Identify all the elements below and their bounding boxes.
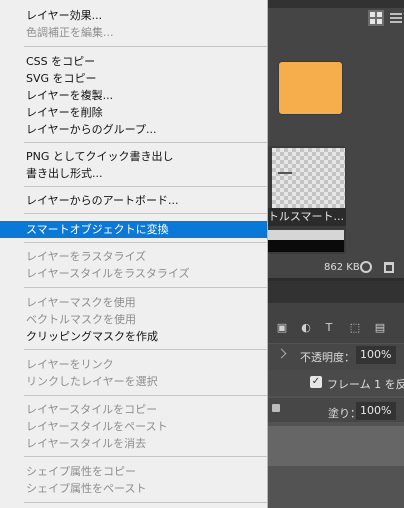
opacity-input[interactable]: 100% — [356, 346, 396, 364]
menu-separator — [24, 242, 267, 243]
menu-separator — [24, 456, 267, 457]
menu-item-duplicate-layer[interactable]: レイヤーを複製... — [0, 87, 267, 104]
menu-item-edit-adjustment: 色調補正を編集... — [26, 26, 114, 39]
fill-input[interactable]: 100% — [356, 402, 396, 420]
grid-view-icon[interactable] — [368, 10, 384, 26]
asset-thumbnail-dark — [268, 240, 344, 252]
opacity-label: 不透明度： — [300, 351, 355, 364]
menu-item-rasterize-layer-style: レイヤースタイルをラスタライズ — [26, 267, 190, 280]
menu-item-paste-layer-style: レイヤースタイルをペースト — [26, 420, 168, 433]
menu-item-create-clipping-mask[interactable]: クリッピングマスクを作成 — [0, 328, 267, 345]
menu-item-enable-layer-mask: レイヤーマスクを使用 — [26, 296, 136, 309]
thumbnail-content — [278, 172, 292, 174]
menu-separator — [24, 142, 267, 143]
menu-item-copy-css[interactable]: CSS をコピー — [0, 53, 267, 70]
menu-separator — [24, 349, 267, 350]
trash-icon[interactable] — [384, 262, 394, 273]
menu-separator — [24, 395, 267, 396]
menu-separator — [24, 213, 267, 214]
menu-separator — [24, 502, 267, 503]
menu-separator — [24, 186, 267, 187]
menu-separator — [24, 287, 267, 288]
sync-icon[interactable] — [360, 261, 372, 273]
menu-item-delete-layer[interactable]: レイヤーを削除 — [0, 104, 267, 121]
adjustment-filter-icon[interactable]: ◐ — [300, 322, 312, 334]
menu-item-select-linked-layers: リンクしたレイヤーを選択 — [26, 375, 158, 388]
menu-item-copy-shape-attributes: シェイプ属性をコピー — [26, 465, 136, 478]
menu-item-quick-export-png[interactable]: PNG としてクイック書き出し — [0, 148, 267, 165]
type-filter-icon[interactable]: T — [323, 322, 335, 334]
image-filter-icon[interactable]: ▣ — [276, 322, 288, 334]
frame-checkbox[interactable]: ✓ — [310, 376, 322, 388]
context-menu: レイヤー効果... 色調補正を編集... CSS をコピー SVG をコピー レ… — [0, 0, 268, 508]
menu-item-clear-layer-style: レイヤースタイルを消去 — [26, 437, 147, 450]
color-swatch[interactable] — [278, 61, 343, 115]
menu-item-artboard-from-layers[interactable]: レイヤーからのアートボード... — [0, 192, 267, 209]
menu-item-copy-layer-style: レイヤースタイルをコピー — [26, 403, 158, 416]
menu-separator — [24, 46, 267, 47]
asset-thumbnail-bar — [268, 230, 344, 240]
layers-tab-strip — [268, 281, 404, 303]
frame-label: フレーム 1 を反映 — [327, 378, 404, 391]
menu-item-layer-effects[interactable]: レイヤー効果... — [0, 7, 267, 24]
menu-item-link-layers: レイヤーをリンク — [26, 358, 114, 371]
lock-icon[interactable] — [272, 404, 280, 412]
shape-filter-icon[interactable]: ⬚ — [349, 322, 361, 334]
selected-layer-row[interactable] — [268, 426, 404, 466]
library-size: 862 KB — [324, 262, 360, 273]
asset-label: トルスマート... — [266, 208, 346, 226]
smart-object-filter-icon[interactable]: ▤ — [374, 322, 386, 334]
list-view-icon[interactable] — [388, 10, 404, 26]
menu-item-paste-shape-attributes: シェイプ属性をペースト — [26, 482, 147, 495]
panel-tab-strip — [268, 0, 404, 8]
menu-item-rasterize-layer: レイヤーをラスタライズ — [26, 250, 147, 263]
menu-item-group-from-layers[interactable]: レイヤーからのグループ... — [0, 121, 267, 138]
transparency-checker — [272, 148, 345, 208]
menu-item-convert-smart-object[interactable]: スマートオブジェクトに変換 — [0, 221, 267, 238]
menu-item-copy-svg[interactable]: SVG をコピー — [0, 70, 267, 87]
menu-item-enable-vector-mask: ベクトルマスクを使用 — [26, 313, 136, 326]
menu-item-export-as[interactable]: 書き出し形式... — [0, 165, 267, 182]
